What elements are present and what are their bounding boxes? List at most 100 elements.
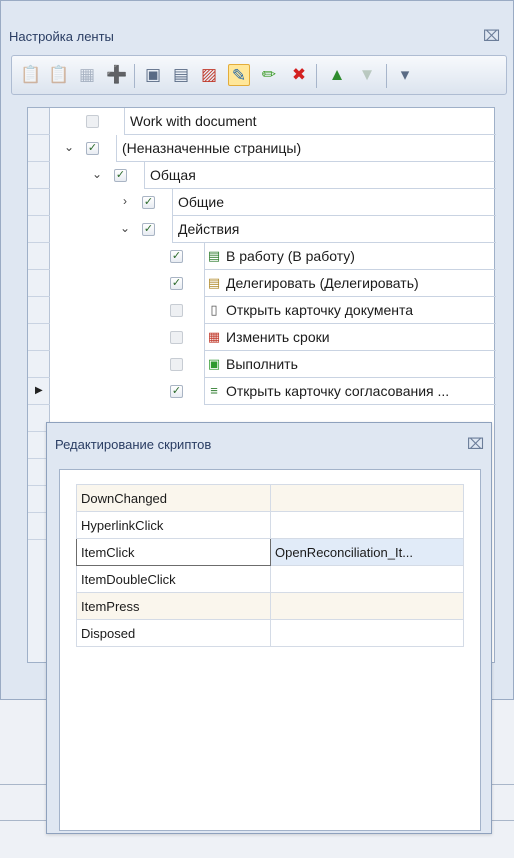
- check-icon: ✓: [87, 142, 98, 154]
- move-down-icon: ▼: [358, 65, 376, 84]
- delete-icon: ✖: [291, 65, 307, 84]
- edit-pencil-button[interactable]: ✏: [258, 64, 280, 86]
- tree-row[interactable]: ▣ Выполнить: [50, 351, 496, 378]
- ribbon-toolbar: 📋 📋 ▦ ➕ ▣ ▤ ▨ ✎ ✏ ✖ ▲ ▼ ▾: [11, 55, 507, 95]
- tree-node-label: Открыть карточку согласования ...: [226, 383, 450, 399]
- script-button[interactable]: ✎: [228, 64, 250, 86]
- row-indicator[interactable]: [28, 189, 50, 216]
- tree-row[interactable]: › ✓ Общие: [50, 189, 496, 216]
- tree-row[interactable]: ✓ ≡ Открыть карточку согласования ...: [50, 378, 496, 405]
- panel-title-bar: Настройка ленты ⌧: [1, 1, 513, 45]
- events-table: DownChanged HyperlinkClick ItemClick OpenRe…: [76, 484, 464, 647]
- event-row[interactable]: HyperlinkClick: [76, 511, 464, 539]
- row-indicator[interactable]: [28, 162, 50, 189]
- event-handler-value[interactable]: [270, 484, 464, 512]
- visibility-checkbox[interactable]: [170, 331, 183, 344]
- tree-row[interactable]: ✓ ▤ В работу (В работу): [50, 243, 496, 270]
- row-indicator[interactable]: [28, 297, 50, 324]
- event-row[interactable]: DownChanged: [76, 484, 464, 512]
- visibility-checkbox[interactable]: ✓: [86, 142, 99, 155]
- event-row[interactable]: ItemClick OpenReconciliation_It...: [76, 538, 464, 566]
- row-indicator[interactable]: [28, 108, 50, 135]
- event-name[interactable]: ItemClick: [76, 538, 271, 566]
- execute-icon: ▣: [207, 356, 221, 371]
- add-group-button[interactable]: ▣: [142, 64, 164, 86]
- document-icon: ▯: [210, 302, 218, 317]
- visibility-checkbox[interactable]: ✓: [142, 196, 155, 209]
- event-name[interactable]: Disposed: [76, 619, 271, 647]
- dropdown-button[interactable]: ▾: [394, 64, 416, 86]
- visibility-checkbox[interactable]: [86, 115, 99, 128]
- dialog-title: Редактирование скриптов: [55, 437, 212, 452]
- dialog-close-icon[interactable]: ⌧: [467, 437, 484, 452]
- add-special-button[interactable]: ▨: [198, 64, 220, 86]
- visibility-checkbox[interactable]: ✓: [170, 250, 183, 263]
- event-row[interactable]: ItemPress: [76, 592, 464, 620]
- row-indicator[interactable]: [28, 324, 50, 351]
- visibility-checkbox[interactable]: [170, 304, 183, 317]
- event-row[interactable]: ItemDoubleClick: [76, 565, 464, 593]
- tree-row[interactable]: ⌄ ✓ Действия: [50, 216, 496, 243]
- row-indicator[interactable]: [28, 135, 50, 162]
- dropdown-icon: ▾: [400, 65, 410, 84]
- visibility-checkbox[interactable]: ✓: [142, 223, 155, 236]
- add-group-icon: ▣: [144, 65, 162, 84]
- add-special-icon: ▨: [200, 65, 218, 84]
- calendar-icon: ▦: [207, 329, 221, 344]
- event-name[interactable]: ItemDoubleClick: [76, 565, 271, 593]
- tree-node-label: Изменить сроки: [226, 329, 330, 345]
- tree-row[interactable]: ✓ ▤ Делегировать (Делегировать): [50, 270, 496, 297]
- visibility-checkbox[interactable]: ✓: [114, 169, 127, 182]
- event-handler-value[interactable]: [270, 619, 464, 647]
- tree-row[interactable]: ⌄ ✓ (Неназначенные страницы): [50, 135, 496, 162]
- grid-button[interactable]: ▦: [76, 64, 98, 86]
- tree-node-label: Делегировать (Делегировать): [226, 275, 419, 291]
- edit-pencil-icon: ✏: [261, 65, 277, 84]
- tree-row[interactable]: ⌄ ✓ Общая: [50, 162, 496, 189]
- paste-button[interactable]: 📋: [20, 64, 42, 86]
- row-indicator[interactable]: [28, 351, 50, 378]
- collapse-chevron-icon[interactable]: ⌄: [62, 140, 76, 154]
- tree-row[interactable]: ▯ Открыть карточку документа: [50, 297, 496, 324]
- tree-node-label: Work with document: [130, 113, 257, 129]
- check-icon: ✓: [171, 250, 182, 262]
- delete-button[interactable]: ✖: [288, 64, 310, 86]
- row-indicator[interactable]: [28, 216, 50, 243]
- event-handler-value[interactable]: OpenReconciliation_It...: [270, 538, 464, 566]
- tree-row[interactable]: Work with document: [50, 108, 496, 135]
- check-icon: ✓: [143, 223, 154, 235]
- document-delegate-icon: ▤: [207, 275, 221, 290]
- event-handler-value[interactable]: [270, 511, 464, 539]
- row-indicator[interactable]: [28, 270, 50, 297]
- visibility-checkbox[interactable]: ✓: [170, 277, 183, 290]
- paste-page-button[interactable]: 📋: [48, 64, 70, 86]
- tree-node-label: Выполнить: [226, 356, 298, 372]
- toolbar-separator: [134, 64, 135, 88]
- move-down-button[interactable]: ▼: [356, 64, 378, 86]
- row-indicator[interactable]: [28, 243, 50, 270]
- add-item-button[interactable]: ▤: [170, 64, 192, 86]
- visibility-checkbox[interactable]: ✓: [170, 385, 183, 398]
- collapse-chevron-icon[interactable]: ⌄: [90, 167, 104, 181]
- check-icon: ✓: [171, 385, 182, 397]
- event-handler-value[interactable]: [270, 565, 464, 593]
- close-icon[interactable]: ⌧: [483, 29, 500, 44]
- expand-chevron-icon[interactable]: ›: [118, 194, 132, 208]
- panel-title: Настройка ленты: [9, 29, 114, 44]
- collapse-chevron-icon[interactable]: ⌄: [118, 221, 132, 235]
- event-handler-value[interactable]: [270, 592, 464, 620]
- tree-row[interactable]: ▦ Изменить сроки: [50, 324, 496, 351]
- event-name[interactable]: DownChanged: [76, 484, 271, 512]
- row-indicator[interactable]: ▶: [28, 378, 50, 405]
- event-name[interactable]: ItemPress: [76, 592, 271, 620]
- current-row-pointer-icon: ▶: [35, 385, 43, 396]
- visibility-checkbox[interactable]: [170, 358, 183, 371]
- event-row[interactable]: Disposed: [76, 619, 464, 647]
- approval-card-icon: ≡: [210, 383, 218, 398]
- move-up-button[interactable]: ▲: [326, 64, 348, 86]
- tree-node-label: Открыть карточку документа: [226, 302, 414, 318]
- paste-icon: 📋: [20, 65, 42, 84]
- script-icon: ✎: [231, 66, 247, 85]
- add-page-button[interactable]: ➕: [106, 64, 128, 86]
- event-name[interactable]: HyperlinkClick: [76, 511, 271, 539]
